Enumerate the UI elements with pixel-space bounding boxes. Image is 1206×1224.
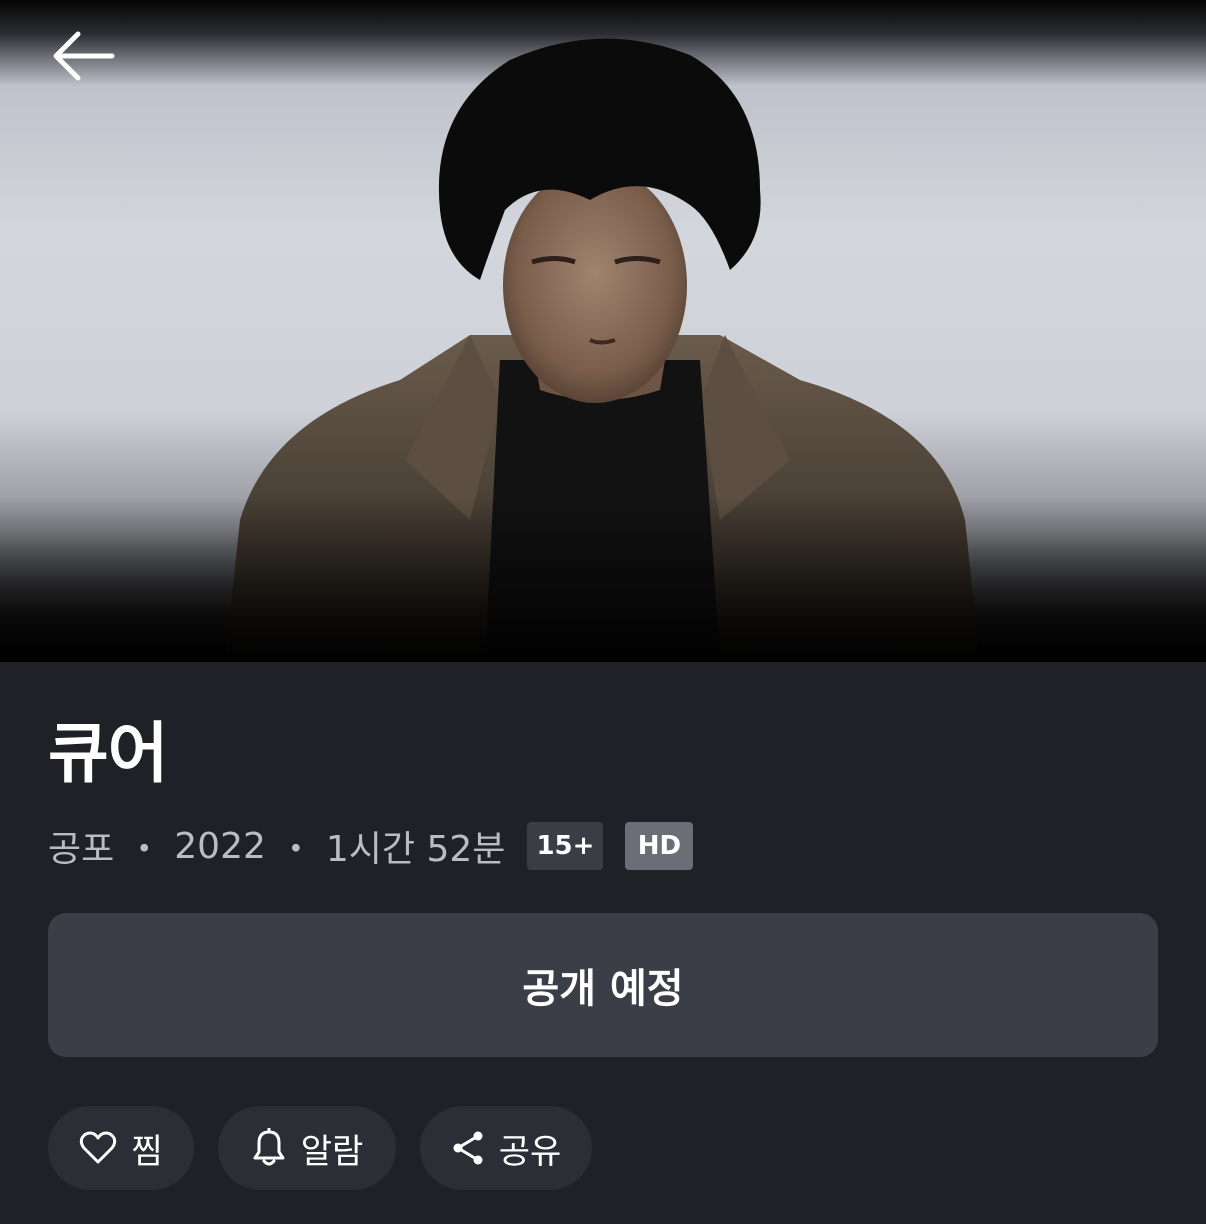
share-button[interactable]: 공유 <box>420 1106 592 1190</box>
quality-badge: HD <box>625 822 694 870</box>
age-rating-badge: 15+ <box>527 822 604 870</box>
runtime-text: 1시간 52분 <box>325 829 506 870</box>
genre-text: 공포 <box>48 829 115 870</box>
alarm-button[interactable]: 알람 <box>218 1106 396 1190</box>
bell-icon <box>251 1128 287 1168</box>
back-button[interactable] <box>44 22 124 90</box>
action-buttons: 찜 알람 공유 <box>48 1106 592 1190</box>
hero-still-image <box>0 0 1206 662</box>
separator-dot: ・ <box>126 829 163 870</box>
share-label: 공유 <box>498 1131 562 1172</box>
coming-soon-button[interactable]: 공개 예정 <box>48 913 1158 1057</box>
separator-dot: ・ <box>277 829 314 870</box>
year-text: 2022 <box>174 825 266 867</box>
like-label: 찜 <box>131 1131 163 1172</box>
share-icon <box>451 1130 485 1166</box>
arrow-left-icon <box>52 31 116 81</box>
movie-title: 큐어 <box>48 715 168 792</box>
movie-detail-page: 큐어 공포 ・ 2022 ・ 1시간 52분 15+ HD 공개 예정 찜 알람… <box>0 0 1206 1224</box>
movie-meta-row: 공포 ・ 2022 ・ 1시간 52분 15+ HD <box>48 820 694 872</box>
like-button[interactable]: 찜 <box>48 1106 194 1190</box>
heart-icon <box>79 1131 117 1165</box>
alarm-label: 알람 <box>300 1131 364 1172</box>
